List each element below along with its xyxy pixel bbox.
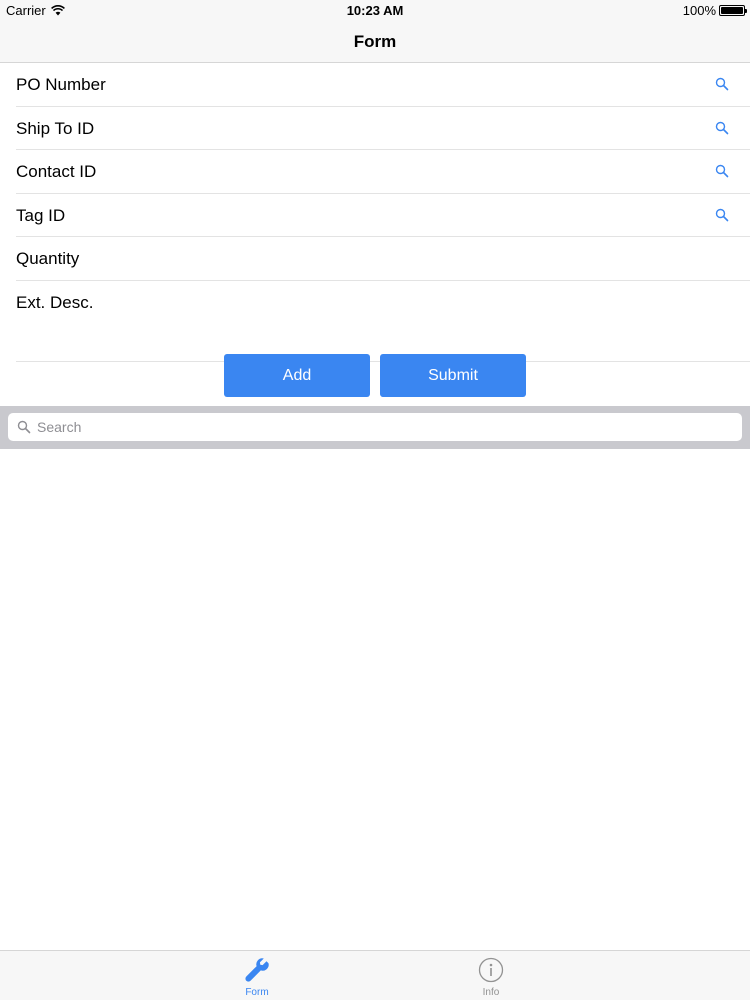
search-icon[interactable] (715, 208, 729, 222)
tab-bar: Form Info (0, 950, 750, 1000)
form-row-po-number[interactable]: PO Number (0, 63, 750, 107)
search-icon[interactable] (715, 121, 729, 135)
battery-fill (721, 7, 743, 14)
submit-button[interactable]: Submit (380, 354, 526, 397)
tab-label: Info (482, 987, 500, 998)
tab-info[interactable]: Info (441, 951, 541, 1000)
form-row-tag-id[interactable]: Tag ID (0, 194, 750, 238)
row-label: Tag ID (16, 205, 66, 225)
status-bar: Carrier 10:23 AM 100% (0, 0, 750, 21)
battery-percent: 100% (682, 3, 716, 18)
tab-label: Form (245, 987, 269, 998)
wrench-icon (245, 958, 269, 982)
row-label: Contact ID (16, 162, 97, 181)
search-field[interactable] (8, 413, 742, 441)
tab-form[interactable]: Form (207, 951, 307, 1000)
info-icon (478, 957, 504, 983)
form-row-contact-id[interactable]: Contact ID (0, 150, 750, 194)
page-title: Form (353, 32, 397, 51)
search-input[interactable] (37, 413, 727, 441)
row-label: Ship To ID (16, 118, 95, 138)
status-time: 10:23 AM (346, 3, 404, 18)
form-list: PO Number Ship To ID Contact ID Tag ID Q… (0, 63, 750, 362)
search-icon[interactable] (715, 164, 729, 178)
search-icon[interactable] (715, 77, 729, 91)
navigation-bar: Form (0, 21, 750, 63)
row-label: Ext. Desc. (16, 292, 94, 312)
search-bar (0, 406, 750, 449)
row-label: PO Number (16, 75, 106, 94)
battery-icon (719, 5, 747, 16)
search-icon (17, 420, 31, 434)
row-label: Quantity (16, 249, 80, 268)
form-row-quantity[interactable]: Quantity (0, 237, 750, 281)
form-row-ext-desc[interactable]: Ext. Desc. (0, 281, 750, 362)
status-right: 100% (682, 3, 747, 18)
form-row-ship-to-id[interactable]: Ship To ID (0, 107, 750, 151)
add-button[interactable]: Add (224, 354, 370, 397)
